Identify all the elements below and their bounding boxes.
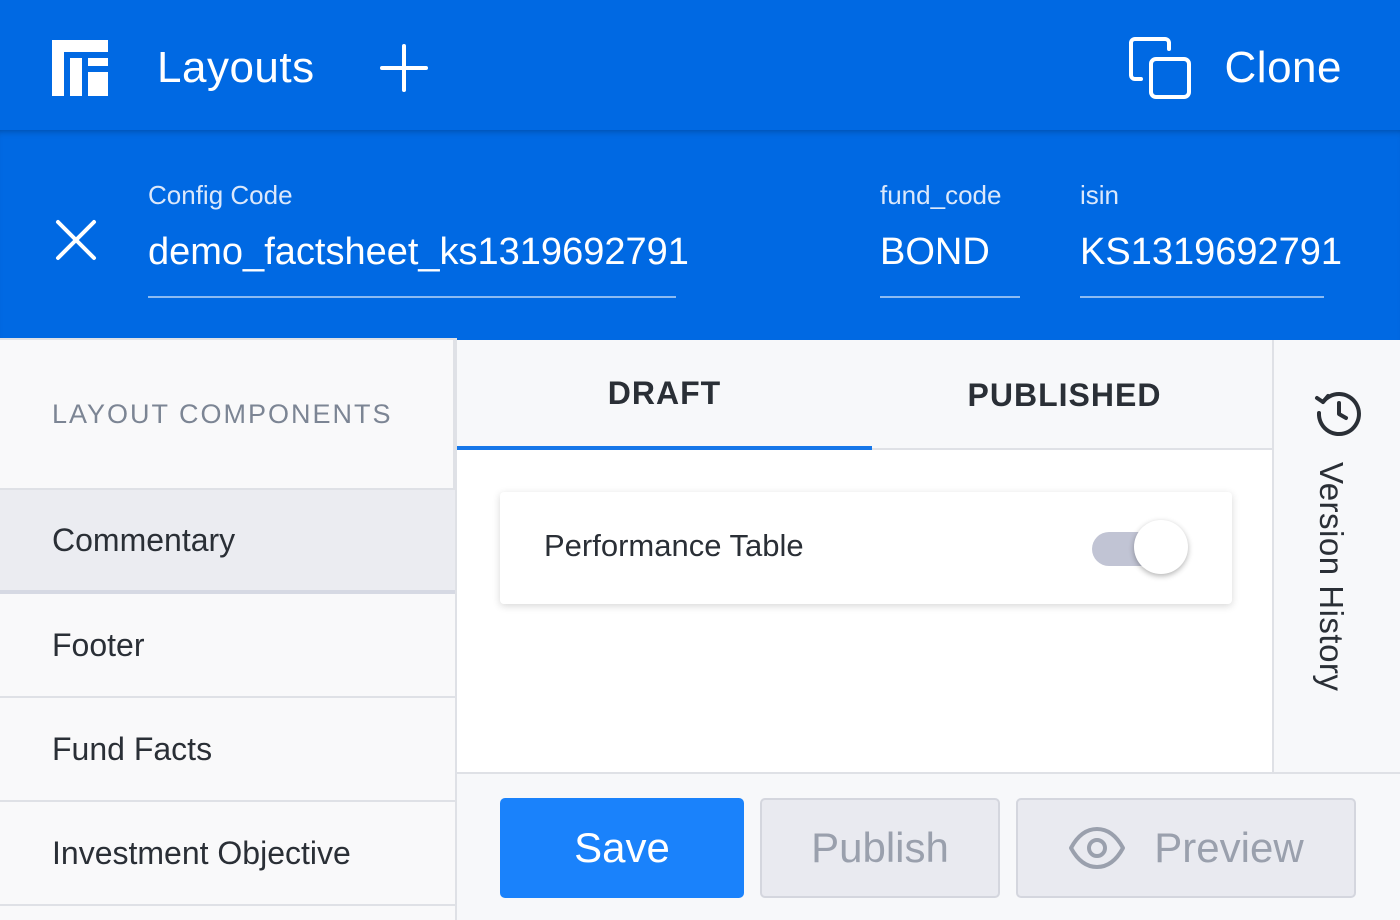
isin-input[interactable]: KS1319692791 [1080,228,1342,298]
tab-published[interactable]: PUBLISHED [857,340,1272,450]
sidebar-header: LAYOUT COMPONENTS [0,338,455,490]
tab-draft[interactable]: DRAFT [457,340,872,450]
sidebar-item-fund-facts[interactable]: Fund Facts [0,698,455,802]
version-history-panel[interactable]: Version History [1272,340,1400,772]
close-icon[interactable] [54,218,98,262]
top-app-bar: Layouts Clone [0,0,1400,130]
fund-code-label: fund_code [880,180,1002,210]
component-label: Performance Table [544,528,804,563]
component-toggle[interactable] [1092,520,1188,576]
plus-icon[interactable] [380,44,428,92]
clone-label: Clone [1224,43,1342,92]
clone-button[interactable]: Clone [1127,34,1342,102]
sidebar-item-investment-objective[interactable]: Investment Objective [0,802,455,906]
publish-button[interactable]: Publish [760,798,1000,898]
copy-icon [1128,37,1191,99]
version-history-label: Version History [1313,462,1350,692]
config-code-input[interactable]: demo_factsheet_ks1319692791 [148,228,689,298]
main-panel: DRAFT PUBLISHED Performance Table [457,340,1272,772]
eye-icon [1069,827,1126,869]
sidebar-heading: LAYOUT COMPONENTS [52,398,393,429]
toggle-knob [1134,520,1188,574]
save-button[interactable]: Save [500,798,744,898]
config-code-field[interactable]: Config Code demo_factsheet_ks1319692791 [148,180,689,298]
isin-label: isin [1080,180,1120,210]
layout-grid-icon [52,40,108,96]
page-title: Layouts [157,43,315,92]
action-footer: Save Publish Preview [457,772,1400,920]
isin-field[interactable]: isin KS1319692791 [1080,180,1342,298]
sidebar-item-commentary[interactable]: Commentary [0,490,455,594]
component-card: Performance Table [500,492,1232,604]
config-bar: Config Code demo_factsheet_ks1319692791 … [0,130,1400,340]
tab-bar: DRAFT PUBLISHED [457,340,1272,450]
config-code-label: Config Code [148,180,293,210]
preview-label: Preview [1154,824,1304,871]
preview-button[interactable]: Preview [1016,798,1356,898]
fund-code-field[interactable]: fund_code BOND [880,180,1020,298]
history-icon [1315,392,1361,437]
layout-components-sidebar: LAYOUT COMPONENTS Commentary Footer Fund… [0,338,457,920]
fund-code-input[interactable]: BOND [880,228,1020,298]
sidebar-item-footer[interactable]: Footer [0,594,455,698]
